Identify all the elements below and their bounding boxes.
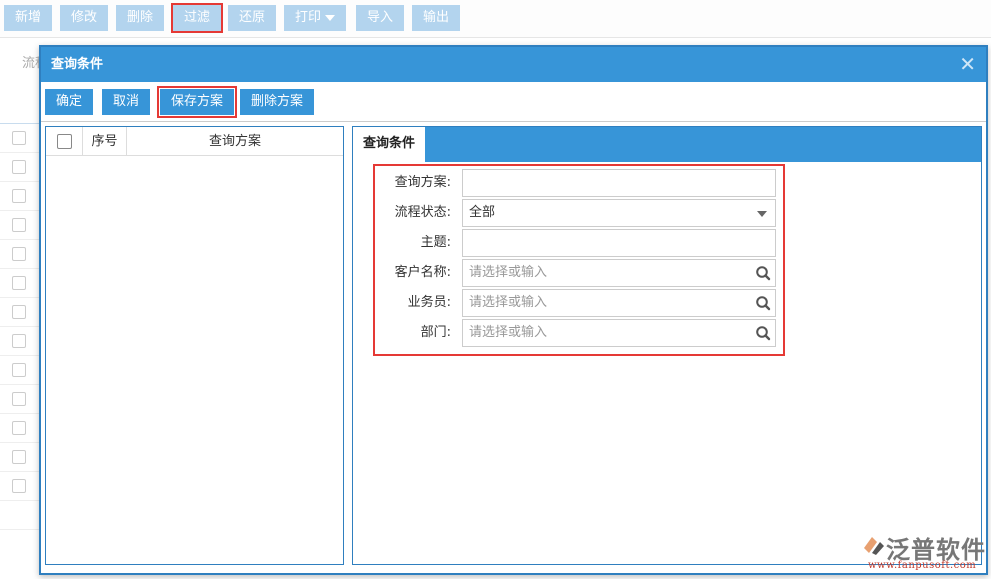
row-checkbox[interactable] bbox=[12, 450, 26, 464]
filter-button[interactable]: 过滤 bbox=[170, 3, 224, 33]
print-label: 打印 bbox=[295, 10, 322, 25]
edit-button[interactable]: 修改 bbox=[60, 5, 109, 31]
background-row bbox=[0, 298, 40, 327]
add-button[interactable]: 新增 bbox=[4, 5, 53, 31]
export-button[interactable]: 输出 bbox=[412, 5, 461, 31]
background-row bbox=[0, 472, 40, 501]
column-header-index: 序号 bbox=[82, 127, 127, 156]
customer-label: 客户名称: bbox=[394, 265, 451, 280]
close-icon[interactable]: ✕ bbox=[959, 47, 976, 82]
chevron-down-icon bbox=[325, 14, 336, 21]
form-row-salesperson: 业务员: 请选择或输入 bbox=[375, 289, 783, 317]
status-value: 全部 bbox=[469, 205, 496, 220]
status-select[interactable]: 全部 bbox=[462, 199, 776, 227]
save-scheme-button[interactable]: 保存方案 bbox=[156, 86, 238, 118]
tab-bar: 查询条件 bbox=[353, 127, 981, 162]
salesperson-input[interactable]: 请选择或输入 bbox=[462, 289, 776, 317]
form-row-status: 流程状态: 全部 bbox=[375, 199, 783, 227]
row-checkbox[interactable] bbox=[12, 334, 26, 348]
department-label: 部门: bbox=[420, 325, 451, 340]
row-checkbox[interactable] bbox=[12, 479, 26, 493]
dialog-header: 查询条件 ✕ bbox=[41, 47, 986, 82]
scheme-input[interactable] bbox=[462, 169, 776, 197]
background-list bbox=[0, 123, 40, 533]
background-row bbox=[0, 182, 40, 211]
form-row-subject: 主题: bbox=[375, 229, 783, 257]
search-icon[interactable] bbox=[755, 265, 771, 281]
row-checkbox[interactable] bbox=[12, 218, 26, 232]
chevron-down-icon bbox=[757, 211, 767, 217]
main-toolbar: 新增 修改 删除 过滤 还原 打印 导入 输出 bbox=[0, 0, 991, 38]
background-row bbox=[0, 327, 40, 356]
background-row bbox=[0, 124, 40, 153]
status-label: 流程状态: bbox=[394, 205, 451, 220]
background-row bbox=[0, 356, 40, 385]
brand-url: www.fanpusoft.com bbox=[868, 560, 977, 571]
background-row bbox=[0, 153, 40, 182]
background-row bbox=[0, 385, 40, 414]
watermark-logo: 泛普软件 www.fanpusoft.com bbox=[860, 530, 990, 576]
conditions-panel: 查询条件 查询方案: 流程状态: 全部 主题: 客户名称: 请选择或输入 业务员… bbox=[352, 126, 982, 565]
dialog-actions: 确定 取消 保存方案 删除方案 bbox=[41, 82, 986, 122]
form-row-customer: 客户名称: 请选择或输入 bbox=[375, 259, 783, 287]
tab-query-conditions[interactable]: 查询条件 bbox=[353, 127, 425, 162]
row-checkbox[interactable] bbox=[12, 247, 26, 261]
row-checkbox[interactable] bbox=[12, 160, 26, 174]
background-row bbox=[0, 443, 40, 472]
row-checkbox[interactable] bbox=[12, 421, 26, 435]
row-checkbox[interactable] bbox=[12, 363, 26, 377]
delete-button[interactable]: 删除 bbox=[116, 5, 165, 31]
print-button[interactable]: 打印 bbox=[284, 5, 347, 31]
row-checkbox[interactable] bbox=[12, 392, 26, 406]
delete-scheme-button[interactable]: 删除方案 bbox=[240, 89, 315, 115]
search-icon[interactable] bbox=[755, 295, 771, 311]
query-dialog: 查询条件 ✕ 确定 取消 保存方案 删除方案 序号 查询方案 查询条件 查询方案… bbox=[39, 45, 988, 575]
background-row bbox=[0, 240, 40, 269]
dialog-title: 查询条件 bbox=[51, 57, 104, 72]
subject-input[interactable] bbox=[462, 229, 776, 257]
restore-button[interactable]: 还原 bbox=[228, 5, 277, 31]
salesperson-placeholder: 请选择或输入 bbox=[469, 295, 548, 310]
form-row-department: 部门: 请选择或输入 bbox=[375, 319, 783, 347]
confirm-button[interactable]: 确定 bbox=[45, 89, 94, 115]
background-row bbox=[0, 414, 40, 443]
column-header-scheme: 查询方案 bbox=[208, 134, 261, 149]
row-checkbox[interactable] bbox=[12, 131, 26, 145]
row-checkbox[interactable] bbox=[12, 305, 26, 319]
scheme-label: 查询方案: bbox=[394, 175, 451, 190]
customer-placeholder: 请选择或输入 bbox=[469, 265, 548, 280]
select-all-checkbox[interactable] bbox=[57, 134, 72, 149]
row-checkbox[interactable] bbox=[12, 276, 26, 290]
cancel-button[interactable]: 取消 bbox=[102, 89, 151, 115]
subject-label: 主题: bbox=[420, 235, 451, 250]
background-row bbox=[0, 501, 40, 530]
conditions-form: 查询方案: 流程状态: 全部 主题: 客户名称: 请选择或输入 业务员: 请选择… bbox=[373, 164, 785, 356]
background-row bbox=[0, 269, 40, 298]
row-checkbox[interactable] bbox=[12, 189, 26, 203]
import-button[interactable]: 导入 bbox=[356, 5, 405, 31]
scheme-list-panel: 序号 查询方案 bbox=[45, 126, 344, 565]
customer-input[interactable]: 请选择或输入 bbox=[462, 259, 776, 287]
salesperson-label: 业务员: bbox=[407, 295, 451, 310]
department-placeholder: 请选择或输入 bbox=[469, 325, 548, 340]
search-icon[interactable] bbox=[755, 325, 771, 341]
scheme-list-header: 序号 查询方案 bbox=[46, 127, 343, 156]
form-row-scheme: 查询方案: bbox=[375, 169, 783, 197]
department-input[interactable]: 请选择或输入 bbox=[462, 319, 776, 347]
brand-logo-icon bbox=[864, 537, 884, 555]
background-row bbox=[0, 211, 40, 240]
